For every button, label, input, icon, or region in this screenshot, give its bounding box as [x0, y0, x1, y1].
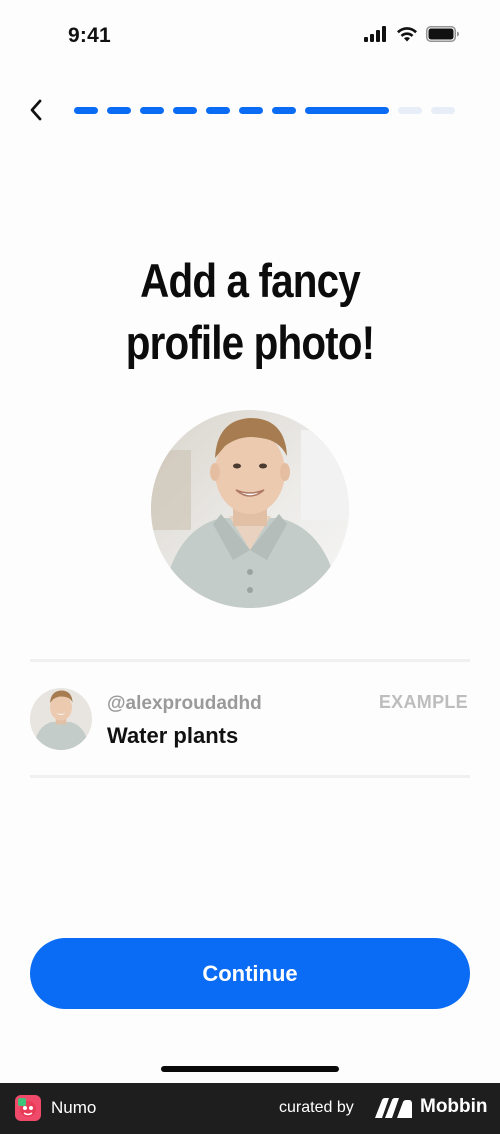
example-username: @alexproudadhd — [107, 693, 262, 714]
onboarding-progress-bar — [74, 107, 458, 114]
mobbin-logo-icon — [375, 1098, 412, 1118]
app-icon — [15, 1095, 41, 1121]
status-icons — [364, 26, 460, 42]
cellular-signal-icon — [364, 26, 386, 42]
example-badge: EXAMPLE — [378, 692, 468, 712]
battery-icon — [426, 26, 459, 42]
page-title-line-2: profile photo! — [125, 316, 375, 369]
progress-step-complete — [239, 107, 263, 114]
curated-by-label: curated by — [279, 1099, 354, 1116]
app-name: Numo — [51, 1098, 97, 1117]
status-time: 9:41 — [68, 24, 111, 47]
continue-button[interactable]: Continue — [30, 938, 470, 1009]
onboarding-screen: 9:41 Add a fancy profile photo! @alexpro… — [0, 0, 500, 1083]
progress-step-pending — [398, 107, 422, 114]
profile-photo-picker[interactable] — [151, 410, 349, 608]
progress-step-complete — [74, 107, 98, 114]
page-title-line-1: Add a fancy — [140, 254, 361, 307]
example-avatar — [30, 688, 92, 750]
numo-app-icon — [15, 1095, 41, 1121]
home-indicator — [161, 1066, 339, 1072]
progress-step-complete — [272, 107, 296, 114]
example-avatar-photo — [30, 688, 92, 750]
progress-step-pending — [431, 107, 455, 114]
divider-top — [30, 659, 470, 662]
progress-step-complete — [107, 107, 131, 114]
page-title: Add a fancy profile photo! — [35, 250, 465, 374]
example-task-name: Water plants — [107, 723, 239, 748]
divider-bottom — [30, 775, 470, 778]
progress-step-complete — [206, 107, 230, 114]
mobbin-brand-name: Mobbin — [420, 1096, 488, 1117]
progress-step-complete — [173, 107, 197, 114]
wifi-icon — [397, 27, 417, 42]
back-button[interactable] — [20, 94, 52, 126]
progress-step-complete — [140, 107, 164, 114]
chevron-left-icon — [30, 99, 42, 121]
footer-bar: Numo curated by Mobbin — [0, 1083, 500, 1134]
profile-photo — [151, 410, 349, 608]
progress-step-complete — [305, 107, 389, 114]
